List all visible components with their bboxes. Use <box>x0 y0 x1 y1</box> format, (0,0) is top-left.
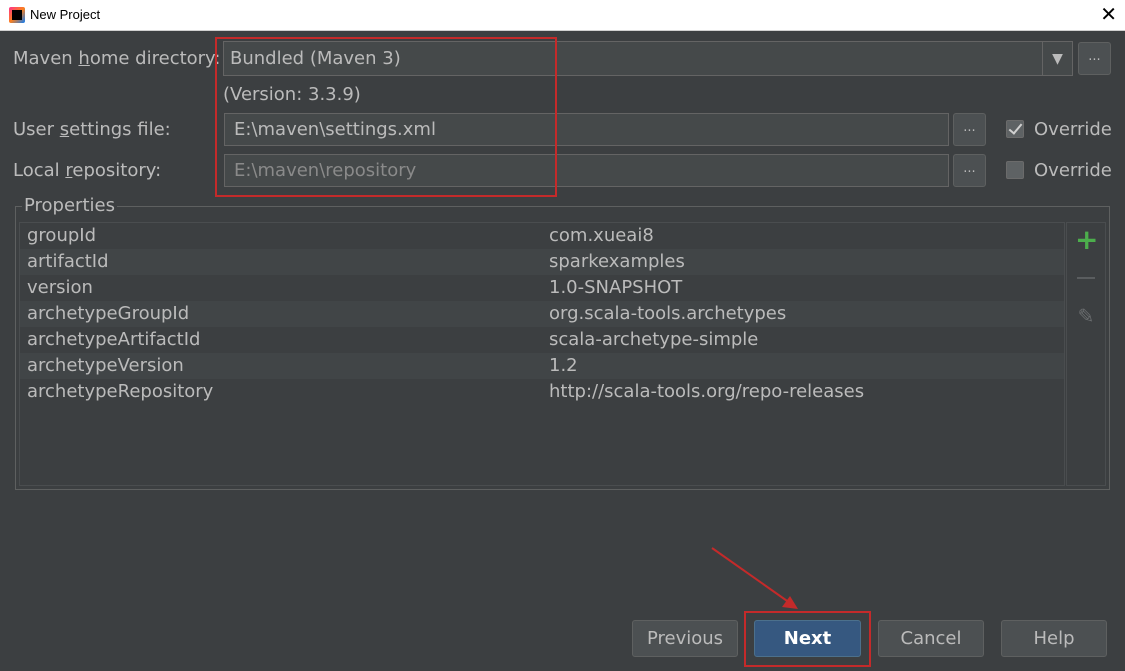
user-settings-label: User settings file: <box>13 119 171 140</box>
maven-version-text: (Version: 3.3.9) <box>223 84 361 105</box>
title-bar: New Project ✕ <box>0 0 1125 31</box>
property-value: com.xueai8 <box>549 225 654 246</box>
table-row[interactable]: archetypeVersion 1.2 <box>20 353 1064 379</box>
local-repo-label: Local repository: <box>13 160 162 181</box>
table-row[interactable]: artifactId sparkexamples <box>20 249 1064 275</box>
table-row[interactable]: archetypeArtifactId scala-archetype-simp… <box>20 327 1064 353</box>
previous-button[interactable]: Previous <box>632 620 738 657</box>
property-value: scala-archetype-simple <box>549 329 759 350</box>
property-key: archetypeRepository <box>27 381 214 402</box>
maven-home-select[interactable]: Bundled (Maven 3) ▼ <box>223 41 1073 76</box>
property-value: http://scala-tools.org/repo-releases <box>549 381 865 402</box>
local-repo-browse-button[interactable]: ... <box>953 154 986 187</box>
property-value: sparkexamples <box>549 251 685 272</box>
property-key: archetypeArtifactId <box>27 329 201 350</box>
table-row[interactable]: version 1.0-SNAPSHOT <box>20 275 1064 301</box>
user-settings-override-label: Override <box>1034 119 1112 140</box>
properties-title: Properties <box>22 195 117 216</box>
property-key: groupId <box>27 225 97 246</box>
add-property-icon[interactable]: + <box>1075 226 1098 254</box>
cancel-button[interactable]: Cancel <box>878 620 984 657</box>
property-key: artifactId <box>27 251 109 272</box>
close-icon[interactable]: ✕ <box>1100 3 1117 25</box>
user-settings-override-checkbox[interactable] <box>1006 120 1024 138</box>
property-value: 1.2 <box>549 355 578 376</box>
property-key: version <box>27 277 93 298</box>
property-value: org.scala-tools.archetypes <box>549 303 787 324</box>
local-repo-input[interactable] <box>225 155 948 186</box>
user-settings-browse-button[interactable]: ... <box>953 113 986 146</box>
remove-property-icon[interactable] <box>1075 267 1097 289</box>
property-key: archetypeVersion <box>27 355 184 376</box>
user-settings-field[interactable] <box>224 113 949 146</box>
property-key: archetypeGroupId <box>27 303 190 324</box>
table-row[interactable]: archetypeRepository http://scala-tools.o… <box>20 379 1064 405</box>
help-button[interactable]: Help <box>1001 620 1107 657</box>
next-button[interactable]: Next <box>754 620 861 657</box>
user-settings-input[interactable] <box>225 114 948 145</box>
local-repo-override-label: Override <box>1034 160 1112 181</box>
local-repo-field[interactable] <box>224 154 949 187</box>
table-row[interactable]: groupId com.xueai8 <box>20 223 1064 249</box>
properties-toolbar: + ✎ <box>1066 222 1106 486</box>
maven-home-browse-button[interactable]: ... <box>1078 42 1111 75</box>
local-repo-override-checkbox[interactable] <box>1006 161 1024 179</box>
property-value: 1.0-SNAPSHOT <box>549 277 683 298</box>
properties-table[interactable]: groupId com.xueai8 artifactId sparkexamp… <box>19 222 1065 486</box>
edit-property-icon[interactable]: ✎ <box>1075 305 1097 327</box>
intellij-app-icon <box>9 7 25 23</box>
table-row[interactable]: archetypeGroupId org.scala-tools.archety… <box>20 301 1064 327</box>
window-title: New Project <box>30 7 101 22</box>
maven-home-value: Bundled (Maven 3) <box>230 48 401 69</box>
chevron-down-icon[interactable]: ▼ <box>1042 42 1072 75</box>
maven-home-label: Maven home directory: <box>13 48 221 69</box>
